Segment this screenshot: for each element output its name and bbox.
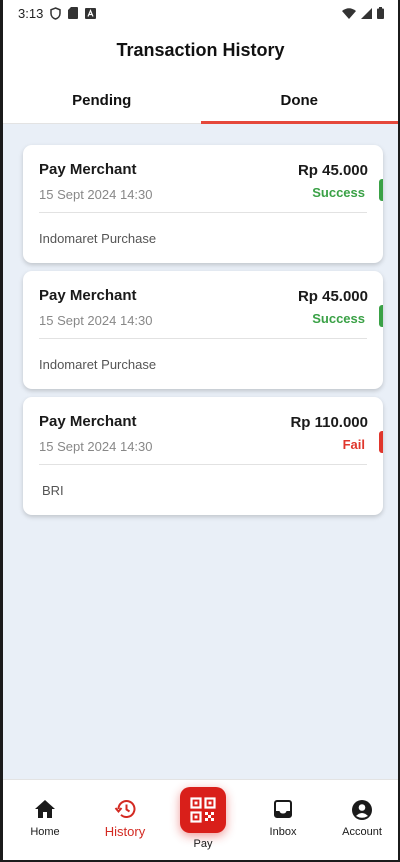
status-bar-left: 3:13 (18, 5, 97, 21)
home-icon (35, 800, 55, 818)
transaction-amount: Rp 110.000 (290, 414, 368, 431)
battery-icon (377, 7, 384, 19)
transaction-amount: Rp 45.000 (297, 288, 368, 305)
transaction-status: Fail (342, 437, 365, 452)
history-icon (114, 800, 136, 818)
transaction-description: Indomaret Purchase (39, 357, 157, 372)
divider (39, 464, 367, 465)
transaction-amount: Rp 45.000 (297, 162, 368, 179)
status-indicator (379, 179, 383, 201)
status-time: 3:13 (18, 5, 44, 21)
transaction-status: Success (312, 311, 365, 326)
nav-inbox[interactable]: Inbox (244, 780, 322, 860)
qr-code-icon (190, 797, 216, 823)
wifi-icon (342, 7, 356, 19)
nav-label: Account (342, 826, 382, 838)
tab-pending[interactable]: Pending (3, 78, 201, 123)
sd-card-icon (68, 7, 79, 19)
tab-bar: Pending Done (3, 78, 398, 124)
nav-label: History (104, 824, 146, 839)
nav-history[interactable]: History (86, 780, 164, 860)
font-icon (85, 7, 97, 19)
nav-home[interactable]: Home (6, 780, 84, 860)
transaction-title: Pay Merchant (39, 161, 137, 178)
app-frame: 3:13 Transaction History Pending Done Pa… (0, 0, 400, 862)
transaction-date: 15 Sept 2024 14:30 (39, 187, 153, 202)
transaction-title: Pay Merchant (39, 413, 137, 430)
transaction-description: Indomaret Purchase (39, 231, 157, 246)
transaction-card[interactable]: Pay Merchant 15 Sept 2024 14:30 Rp 45.00… (23, 271, 383, 389)
nav-pay[interactable]: Pay (164, 780, 242, 860)
pay-button[interactable] (180, 787, 226, 833)
status-bar: 3:13 (3, 0, 398, 26)
transaction-list: Pay Merchant 15 Sept 2024 14:30 Rp 45.00… (3, 124, 398, 779)
divider (39, 212, 367, 213)
nav-account[interactable]: Account (323, 780, 398, 860)
cellular-signal-icon (361, 7, 372, 19)
transaction-status: Success (312, 185, 365, 200)
tab-done[interactable]: Done (200, 78, 399, 124)
inbox-icon (274, 800, 292, 818)
nav-label: Inbox (269, 826, 297, 838)
transaction-card[interactable]: Pay Merchant 15 Sept 2024 14:30 Rp 45.00… (23, 145, 383, 263)
transaction-date: 15 Sept 2024 14:30 (39, 439, 153, 454)
status-indicator (379, 431, 383, 453)
transaction-title: Pay Merchant (39, 287, 137, 304)
page-title: Transaction History (116, 40, 285, 60)
status-bar-right (342, 7, 384, 19)
nav-label: Home (30, 826, 60, 838)
transaction-date: 15 Sept 2024 14:30 (39, 313, 153, 328)
status-indicator (379, 305, 383, 327)
nav-label: Pay (193, 838, 213, 850)
account-icon (352, 800, 372, 820)
shield-icon (50, 6, 62, 20)
divider (39, 338, 367, 339)
bottom-navigation: Home History Pay Inbox Account (3, 779, 398, 860)
transaction-card[interactable]: Pay Merchant 15 Sept 2024 14:30 Rp 110.0… (23, 397, 383, 515)
transaction-description: BRI (42, 483, 64, 498)
